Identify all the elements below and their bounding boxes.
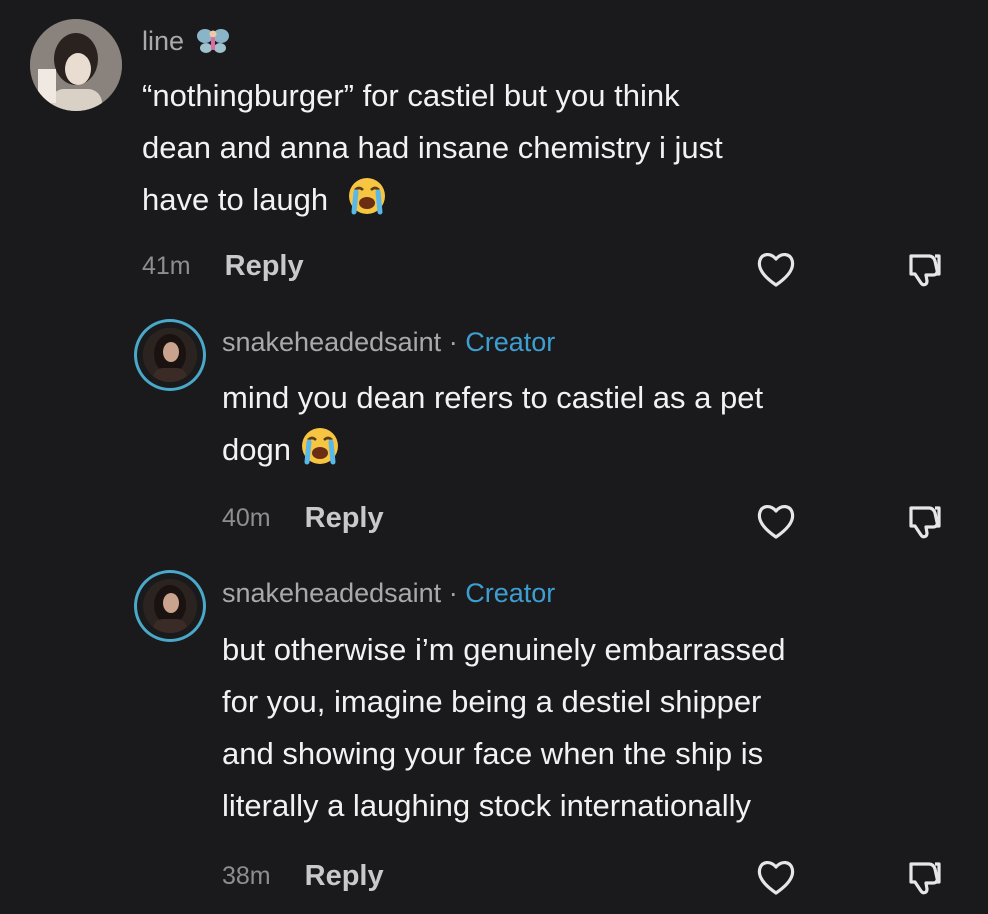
comment-line: dogn — [222, 424, 962, 476]
comment-line: “nothingburger” for castiel but you thin… — [142, 78, 680, 113]
heart-icon[interactable] — [754, 856, 798, 900]
comment-line: have to laugh — [142, 174, 962, 226]
username[interactable]: snakeheadedsaint · Creator — [222, 578, 555, 609]
username-text[interactable]: line — [142, 26, 184, 56]
separator: · — [448, 327, 458, 357]
username[interactable]: snakeheadedsaint · Creator — [222, 327, 555, 358]
fairy-emoji-icon — [196, 29, 229, 53]
creator-badge: Creator — [465, 327, 556, 357]
comment-line: but otherwise i’m genuinely embarrassed — [222, 632, 786, 667]
creator-badge: Creator — [465, 578, 556, 608]
reply-button[interactable]: Reply — [305, 860, 384, 893]
timestamp: 38m — [222, 862, 271, 890]
heart-icon[interactable] — [754, 248, 798, 292]
comment-line: and showing your face when the ship is — [222, 736, 764, 771]
avatar[interactable] — [137, 573, 203, 639]
timestamp: 41m — [142, 252, 191, 280]
loudly-crying-face-emoji-icon — [348, 178, 385, 215]
comment-meta: 40m Reply — [222, 502, 384, 535]
comment-line: for you, imagine being a destiel shipper — [222, 684, 762, 719]
comment-text: mind you dean refers to castiel as a pet… — [222, 372, 962, 476]
comment-line: literally a laughing stock international… — [222, 788, 752, 823]
username-text[interactable]: snakeheadedsaint — [222, 327, 441, 357]
loudly-crying-face-emoji-icon — [301, 428, 338, 465]
comment-text: but otherwise i’m genuinely embarrassed … — [222, 624, 982, 832]
timestamp: 40m — [222, 504, 271, 532]
username-text[interactable]: snakeheadedsaint — [222, 578, 441, 608]
reply-button[interactable]: Reply — [305, 502, 384, 535]
separator: · — [448, 578, 458, 608]
thumbs-down-icon[interactable] — [902, 856, 946, 900]
comment-line: dean and anna had insane chemistry i jus… — [142, 130, 723, 165]
comment-text: “nothingburger” for castiel but you thin… — [142, 70, 962, 226]
avatar[interactable] — [30, 19, 122, 111]
avatar[interactable] — [137, 322, 203, 388]
comment-line: mind you dean refers to castiel as a pet — [222, 380, 764, 415]
thumbs-down-icon[interactable] — [902, 248, 946, 292]
thumbs-down-icon[interactable] — [902, 500, 946, 544]
comment-meta: 41m Reply — [142, 250, 304, 283]
heart-icon[interactable] — [754, 500, 798, 544]
username[interactable]: line — [142, 26, 230, 57]
reply-button[interactable]: Reply — [225, 250, 304, 283]
comment-meta: 38m Reply — [222, 860, 384, 893]
